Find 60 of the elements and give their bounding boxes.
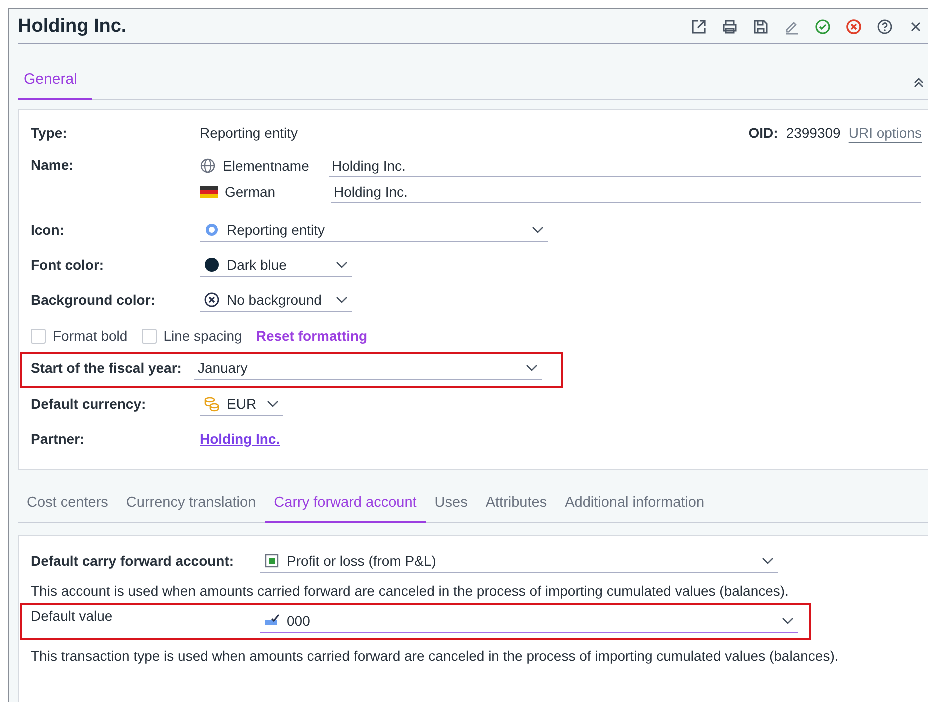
field-label: Start of the fiscal year: xyxy=(31,359,182,376)
checkbox[interactable]: Format bold xyxy=(31,328,128,344)
field-label: Font color: xyxy=(31,256,106,273)
tab[interactable]: General xyxy=(18,71,92,100)
field-value: 2399309 xyxy=(786,125,841,141)
tab[interactable]: Carry forward account xyxy=(265,489,426,523)
dot-icon xyxy=(204,257,220,273)
help-icon[interactable] xyxy=(877,19,893,35)
caret-icon xyxy=(266,400,279,408)
caret-icon xyxy=(762,557,774,565)
tab[interactable]: Uses xyxy=(426,489,477,523)
globe-icon xyxy=(200,158,216,174)
save-icon[interactable] xyxy=(753,19,769,35)
field-label: Background color: xyxy=(31,291,156,308)
reset-formatting-link[interactable]: Reset formatting xyxy=(256,328,368,344)
check-circle-icon[interactable] xyxy=(815,19,831,35)
field-value: Reporting entity xyxy=(200,124,298,141)
account-icon xyxy=(264,553,280,569)
caret-icon xyxy=(532,226,544,234)
field-label: Partner: xyxy=(31,430,86,447)
name-field[interactable]: Holding Inc. xyxy=(331,181,921,203)
dropdown[interactable]: No background xyxy=(200,287,352,312)
dropdown[interactable]: Dark blue xyxy=(200,252,352,277)
coins-icon xyxy=(204,396,220,412)
ring-icon xyxy=(204,222,220,238)
field-label: Type: xyxy=(31,124,68,141)
uri-options-link[interactable]: URI options xyxy=(848,125,922,141)
caret-icon xyxy=(526,364,538,372)
tab[interactable]: Attributes xyxy=(476,489,556,523)
collapse-icon[interactable] xyxy=(913,77,925,89)
tab[interactable]: Additional information xyxy=(556,489,714,523)
open-external-icon[interactable] xyxy=(691,19,707,35)
dropdown[interactable]: January xyxy=(194,355,542,380)
dropdown[interactable]: 000 xyxy=(260,608,798,633)
language-label: Elementname xyxy=(223,158,310,174)
field-label: Default value xyxy=(31,608,114,624)
field-label: Name: xyxy=(31,156,75,173)
dropdown[interactable]: EUR xyxy=(200,391,283,416)
dropdown[interactable]: Reporting entity xyxy=(200,217,548,242)
print-icon[interactable] xyxy=(722,19,738,35)
field-label: Default currency: xyxy=(31,395,148,412)
dropdown[interactable]: Profit or loss (from P&L) xyxy=(260,548,778,573)
help-text: This account is used when amounts carried forward are canceled in the process of importing cumulated values (balances). xyxy=(31,583,790,599)
field-label: Default carry forward account: xyxy=(31,552,236,568)
partner-link[interactable]: Holding Inc. xyxy=(200,424,280,447)
language-label: German xyxy=(225,184,277,200)
flag-icon xyxy=(200,186,218,198)
field-label: Icon: xyxy=(31,221,66,238)
no-background-icon xyxy=(204,292,220,308)
tab[interactable]: Cost centers xyxy=(18,489,118,523)
field-label: OID: xyxy=(748,125,778,141)
checkbox[interactable]: Line spacing xyxy=(142,328,242,344)
caret-icon xyxy=(336,261,348,269)
caret-icon xyxy=(336,296,348,304)
tab[interactable]: Currency translation xyxy=(117,489,266,523)
cancel-icon[interactable] xyxy=(846,19,862,35)
help-text: This transaction type is used when amounts carried forward are canceled in the process of importing cumulated values (balances). xyxy=(31,648,840,664)
caret-icon xyxy=(782,617,794,625)
window-title: Holding Inc. xyxy=(18,16,128,38)
name-field[interactable]: Holding Inc. xyxy=(329,155,921,177)
